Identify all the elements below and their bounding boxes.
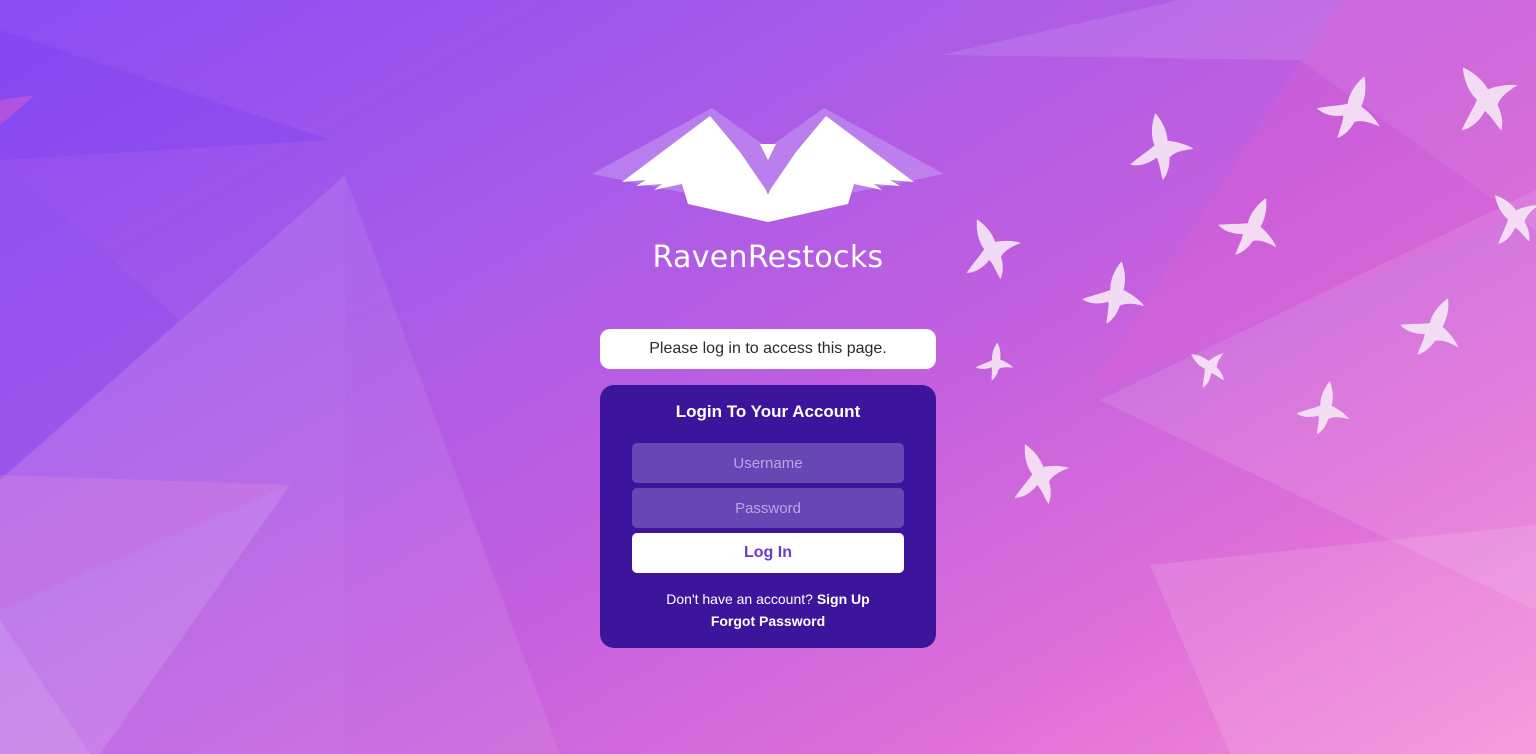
- username-input[interactable]: [632, 443, 904, 483]
- login-title: Login To Your Account: [675, 402, 861, 421]
- login-page: RavenRestocks Please log in to access th…: [0, 0, 1536, 754]
- forgot-password-line: Forgot Password: [600, 613, 936, 631]
- forgot-password-link[interactable]: Forgot Password: [711, 613, 825, 629]
- brand-name: RavenRestocks: [652, 240, 884, 275]
- signup-link[interactable]: Sign Up: [817, 591, 870, 607]
- signup-prompt-text: Don't have an account?: [666, 591, 813, 607]
- password-input[interactable]: [632, 488, 904, 528]
- login-button[interactable]: Log In: [632, 533, 904, 573]
- raven-wings-logo-icon: [592, 108, 944, 222]
- login-required-notice: Please log in to access this page.: [600, 329, 936, 369]
- login-form: Login To Your Account Log In Don't have …: [600, 385, 936, 648]
- signup-prompt-line: Don't have an account? Sign Up: [600, 591, 936, 607]
